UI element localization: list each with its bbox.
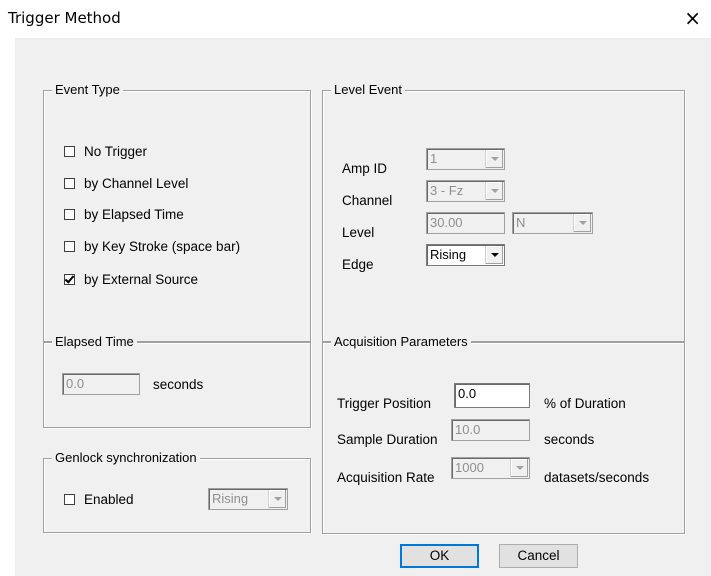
level-value: 30.00 [430, 215, 463, 230]
title-bar: Trigger Method × [0, 0, 711, 38]
event-type-title: Event Type [52, 82, 123, 98]
sample-duration-unit: seconds [544, 432, 595, 447]
chevron-down-icon[interactable] [485, 182, 503, 200]
ok-button[interactable]: OK [400, 544, 479, 568]
close-icon[interactable]: × [684, 6, 701, 30]
external-source-option[interactable]: by External Source [64, 270, 198, 288]
channel-level-option[interactable]: by Channel Level [64, 174, 188, 192]
trigger-position-unit: % of Duration [544, 396, 626, 411]
channel-level-checkbox[interactable] [64, 177, 75, 189]
chevron-down-icon[interactable] [485, 150, 503, 168]
acquisition-rate-label: Acquisition Rate [337, 470, 435, 485]
external-source-checkbox[interactable] [64, 273, 75, 285]
edge-value: Rising [430, 247, 467, 262]
genlock-edge-value: Rising [212, 491, 249, 506]
elapsed-time-value: 0.0 [66, 376, 85, 391]
channel-label: Channel [342, 193, 393, 208]
edge-label: Edge [342, 257, 374, 272]
trigger-position-input[interactable]: 0.0 [454, 383, 530, 408]
elapsed-time-title: Elapsed Time [52, 334, 137, 350]
genlock-group: Genlock synchronization Enabled Rising [43, 450, 311, 533]
level-unit-select[interactable]: N [512, 212, 593, 234]
sample-duration-input[interactable]: 10.0 [451, 419, 530, 441]
cancel-button[interactable]: Cancel [499, 544, 578, 568]
key-stroke-option[interactable]: by Key Stroke (space bar) [64, 237, 240, 255]
key-stroke-checkbox[interactable] [64, 240, 75, 252]
elapsed-time-checkbox[interactable] [64, 208, 75, 220]
external-source-label: by External Source [84, 271, 199, 287]
channel-level-label: by Channel Level [84, 175, 189, 191]
genlock-enabled-option[interactable]: Enabled [64, 490, 134, 508]
acquisition-rate-value: 1000 [455, 460, 484, 475]
sample-duration-value: 10.0 [455, 422, 481, 437]
elapsed-time-option[interactable]: by Elapsed Time [64, 205, 184, 223]
level-input[interactable]: 30.00 [426, 212, 505, 234]
sample-duration-label: Sample Duration [337, 432, 438, 447]
dialog-body: Event Type No Trigger by Channel Level b… [15, 38, 711, 576]
elapsed-time-group: Elapsed Time 0.0 seconds [43, 334, 311, 428]
level-event-title: Level Event [331, 82, 405, 98]
level-label: Level [342, 225, 375, 240]
amp-id-label: Amp ID [342, 161, 388, 176]
level-unit-value: N [516, 215, 526, 230]
chevron-down-icon[interactable] [573, 214, 591, 232]
acquisition-group: Acquisition Parameters Trigger Position … [322, 334, 685, 534]
chevron-down-icon[interactable] [485, 246, 503, 264]
channel-value: 3 - Fz [430, 183, 464, 198]
acquisition-rate-unit: datasets/seconds [544, 470, 650, 485]
window-title: Trigger Method [8, 9, 121, 27]
chevron-down-icon[interactable] [268, 490, 286, 508]
amp-id-value: 1 [430, 151, 438, 166]
acquisition-rate-select[interactable]: 1000 [451, 457, 530, 479]
genlock-enabled-label: Enabled [84, 491, 134, 507]
trigger-position-label: Trigger Position [337, 396, 432, 411]
elapsed-time-unit: seconds [153, 377, 204, 392]
channel-select[interactable]: 3 - Fz [426, 180, 505, 202]
genlock-edge-select[interactable]: Rising [208, 488, 288, 510]
elapsed-time-input[interactable]: 0.0 [62, 373, 140, 395]
amp-id-select[interactable]: 1 [426, 148, 505, 170]
genlock-enabled-checkbox[interactable] [64, 493, 75, 505]
key-stroke-label: by Key Stroke (space bar) [84, 238, 241, 254]
acquisition-title: Acquisition Parameters [331, 334, 471, 350]
no-trigger-option[interactable]: No Trigger [64, 142, 147, 160]
trigger-position-value: 0.0 [458, 386, 477, 401]
event-type-group: Event Type No Trigger by Channel Level b… [43, 82, 311, 342]
elapsed-time-label: by Elapsed Time [84, 206, 184, 222]
edge-select[interactable]: Rising [426, 244, 505, 266]
level-event-group: Level Event Amp ID 1 Channel 3 - Fz Leve… [322, 82, 685, 342]
no-trigger-checkbox[interactable] [64, 145, 75, 157]
chevron-down-icon[interactable] [510, 459, 528, 477]
genlock-title: Genlock synchronization [52, 450, 200, 466]
no-trigger-label: No Trigger [84, 143, 148, 159]
